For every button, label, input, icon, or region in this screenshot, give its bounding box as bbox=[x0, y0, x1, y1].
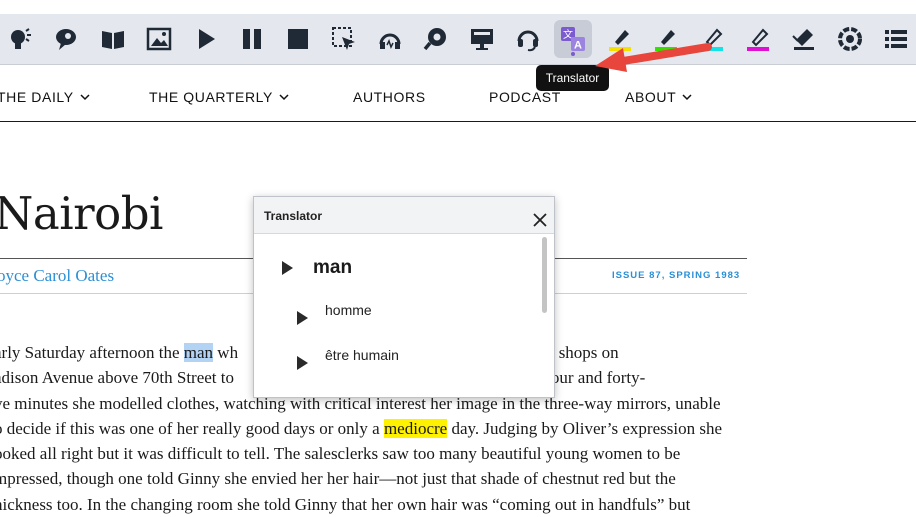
highlighted-word[interactable]: mediocre bbox=[383, 418, 448, 438]
nav-item-label: AUTHORS bbox=[353, 89, 426, 105]
selected-word[interactable]: man bbox=[183, 343, 214, 362]
nav-item-label: PODCAST bbox=[489, 89, 561, 105]
body-line: hickness too. In the changing room she t… bbox=[0, 494, 691, 514]
translator-panel-title: Translator bbox=[264, 209, 323, 223]
headset-button[interactable] bbox=[509, 20, 547, 58]
author-link[interactable]: oyce Carol Oates bbox=[0, 266, 114, 286]
headphones-pulse-button[interactable] bbox=[371, 20, 409, 58]
translation-row: être humain bbox=[297, 340, 399, 370]
source-word: man bbox=[313, 257, 353, 278]
nav-item-about[interactable]: ABOUT bbox=[625, 89, 692, 105]
play-icon bbox=[199, 29, 215, 49]
nav-item-label: ABOUT bbox=[625, 89, 677, 105]
play-button[interactable] bbox=[187, 20, 225, 58]
nav-item-authors[interactable]: AUTHORS bbox=[353, 89, 426, 105]
globe-search-button[interactable] bbox=[417, 20, 455, 58]
monitor-button[interactable] bbox=[463, 20, 501, 58]
nav-item-label: THE DAILY bbox=[0, 89, 74, 105]
translation-row: homme bbox=[297, 295, 372, 325]
highlighter-magenta-icon bbox=[747, 28, 769, 51]
chevron-down-icon bbox=[682, 94, 692, 101]
annotation-arrow-icon bbox=[595, 43, 712, 72]
stop-icon bbox=[288, 29, 308, 49]
translation-text: être humain bbox=[325, 347, 399, 363]
site-nav: THE DAILY THE QUARTERLY AUTHORS PODCAST … bbox=[0, 65, 916, 122]
headset-icon bbox=[517, 30, 539, 52]
source-word-row: man bbox=[282, 257, 352, 279]
eraser-button[interactable] bbox=[785, 20, 823, 58]
globe-search-icon bbox=[423, 28, 446, 51]
nav-item-the-daily[interactable]: THE DAILY bbox=[0, 89, 90, 105]
book-icon bbox=[102, 31, 124, 49]
active-indicator bbox=[571, 52, 575, 56]
play-icon[interactable] bbox=[282, 261, 293, 275]
translator-panel: Translator man homme être humain bbox=[253, 196, 555, 398]
speaker-head-icon bbox=[11, 28, 31, 49]
body-line: mpressed, though one told Ginny she envi… bbox=[0, 469, 676, 489]
translate-icon: 文A bbox=[561, 27, 585, 52]
circle-settings-icon bbox=[838, 27, 862, 51]
book-button[interactable] bbox=[94, 20, 132, 58]
nav-item-label: THE QUARTERLY bbox=[149, 89, 273, 105]
pause-icon bbox=[243, 29, 261, 49]
speaker-head-button[interactable] bbox=[1, 20, 39, 58]
list-menu-icon bbox=[885, 30, 907, 48]
translation-text: homme bbox=[325, 302, 372, 318]
scroll-thumb[interactable] bbox=[542, 237, 547, 313]
close-icon[interactable] bbox=[532, 212, 548, 228]
selection-button[interactable] bbox=[325, 20, 363, 58]
picture-button[interactable] bbox=[140, 20, 178, 58]
speech-bubble-button[interactable] bbox=[47, 20, 85, 58]
chevron-down-icon bbox=[279, 94, 289, 101]
settings-circle-button[interactable] bbox=[831, 20, 869, 58]
chevron-down-icon bbox=[80, 94, 90, 101]
svg-text:A: A bbox=[574, 40, 582, 52]
headphones-pulse-icon bbox=[379, 33, 401, 49]
translator-scrollbar[interactable] bbox=[538, 235, 550, 385]
body-line: o decide if this was one of her really g… bbox=[0, 418, 723, 438]
stop-button[interactable] bbox=[279, 20, 317, 58]
play-icon[interactable] bbox=[297, 356, 308, 370]
body-line: ooked all right but it was difficult to … bbox=[0, 444, 681, 464]
play-icon[interactable] bbox=[297, 311, 308, 325]
selection-cursor-icon bbox=[332, 27, 355, 50]
monitor-icon bbox=[471, 29, 493, 50]
pause-button[interactable] bbox=[233, 20, 271, 58]
translator-panel-header: Translator bbox=[254, 197, 554, 234]
speech-bubble-head-icon bbox=[56, 29, 76, 50]
article-title: Nairobi bbox=[0, 187, 163, 240]
extension-toolbar: 文A bbox=[0, 14, 916, 65]
list-menu-button[interactable] bbox=[877, 20, 915, 58]
nav-item-the-quarterly[interactable]: THE QUARTERLY bbox=[149, 89, 289, 105]
highlighter-magenta-button[interactable] bbox=[739, 20, 777, 58]
picture-icon bbox=[146, 27, 172, 51]
eraser-highlight-icon bbox=[792, 29, 814, 50]
nav-item-podcast[interactable]: PODCAST bbox=[489, 89, 561, 105]
issue-link[interactable]: ISSUE 87, SPRING 1983 bbox=[612, 270, 740, 281]
